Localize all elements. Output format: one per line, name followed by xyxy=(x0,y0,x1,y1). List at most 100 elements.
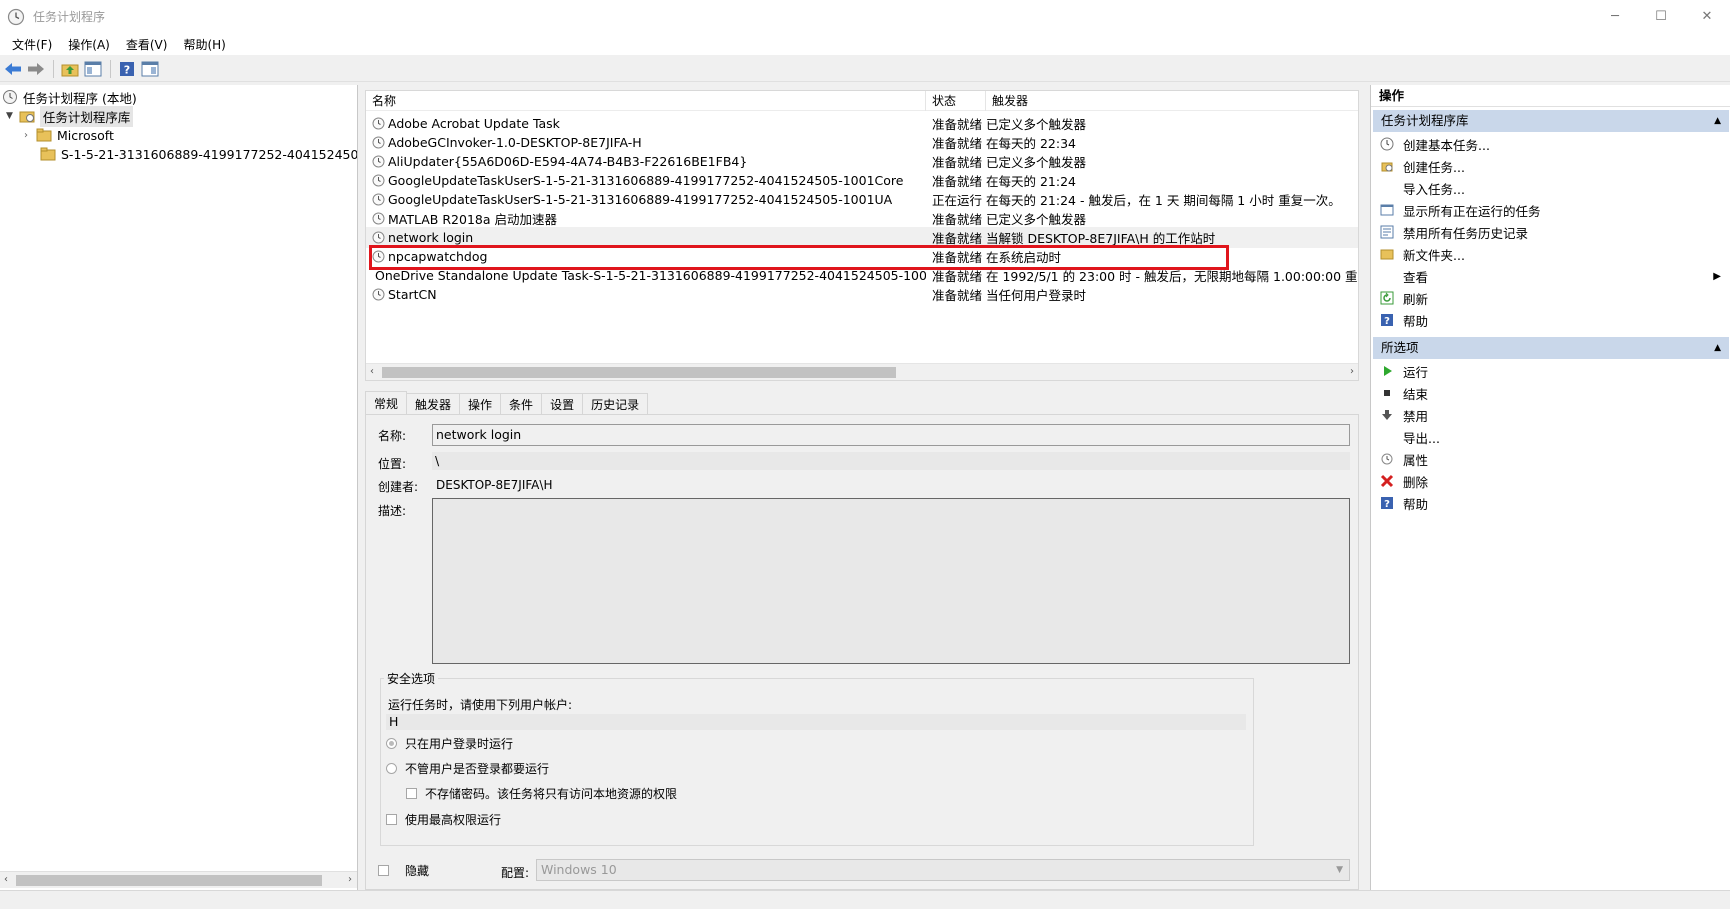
help-button[interactable]: ? xyxy=(116,58,138,80)
up-folder-button[interactable] xyxy=(59,58,81,80)
table-row[interactable]: OneDrive Standalone Update Task-S-1-5-21… xyxy=(366,265,1359,286)
tab-conditions[interactable]: 条件 xyxy=(500,393,543,415)
section-selected-item[interactable]: 所选项 ▲ xyxy=(1373,337,1729,359)
action-create-task[interactable]: 创建任务... xyxy=(1379,155,1725,177)
action-properties[interactable]: 属性 xyxy=(1379,448,1725,470)
tree-horizontal-scrollbar[interactable]: ‹ › xyxy=(0,871,357,888)
list-horizontal-scrollbar[interactable]: ‹ › xyxy=(366,363,1358,380)
action-view[interactable]: 查看 ▶ xyxy=(1379,265,1725,287)
collapse-icon[interactable]: ▲ xyxy=(1714,337,1721,359)
action-show-running[interactable]: 显示所有正在运行的任务 xyxy=(1379,199,1725,221)
table-row[interactable]: GoogleUpdateTaskUserS-1-5-21-3131606889-… xyxy=(366,189,1358,210)
location-field[interactable]: \ xyxy=(432,452,1350,470)
checkbox[interactable] xyxy=(406,788,417,799)
scroll-left-icon[interactable]: ‹ xyxy=(4,874,8,885)
task-status: 准备就绪 xyxy=(932,231,983,246)
action-disable-history[interactable]: 禁用所有任务历史记录 xyxy=(1379,221,1725,243)
checkbox[interactable] xyxy=(378,865,389,876)
option-run-logged-on[interactable]: 只在用户登录时运行 xyxy=(386,735,513,752)
tree-item-user-sid[interactable]: S-1-5-21-3131606889-4199177252-404152450… xyxy=(40,144,357,164)
table-row[interactable]: npcapwatchdog 准备就绪 在系统启动时 xyxy=(366,246,1358,267)
run-as-user-field[interactable]: H xyxy=(386,714,1246,730)
tree-item-library[interactable]: ▼ 任务计划程序库 xyxy=(6,105,134,127)
config-select[interactable]: Windows 10 ▼ xyxy=(536,859,1350,881)
scrollbar-thumb[interactable] xyxy=(382,367,896,378)
tab-history[interactable]: 历史记录 xyxy=(582,393,649,415)
tab-actions[interactable]: 操作 xyxy=(459,393,502,415)
option-label: 使用最高权限运行 xyxy=(405,813,502,827)
tab-triggers[interactable]: 触发器 xyxy=(406,393,461,415)
action-new-folder[interactable]: 新文件夹... xyxy=(1379,243,1725,265)
action-help[interactable]: ? 帮助 xyxy=(1379,309,1725,331)
chevron-down-icon: ▼ xyxy=(1336,865,1343,875)
menu-action[interactable]: 操作(A) xyxy=(60,36,118,53)
show-hide-console-button[interactable] xyxy=(82,58,104,80)
column-header-name[interactable]: 名称 xyxy=(366,91,926,111)
radio-button[interactable] xyxy=(386,738,397,749)
radio-button[interactable] xyxy=(386,763,397,774)
scrollbar-thumb[interactable] xyxy=(16,875,322,886)
scroll-right-icon[interactable]: › xyxy=(348,874,352,885)
task-name-cell: Adobe Acrobat Update Task xyxy=(366,116,926,131)
task-status: 正在运行 xyxy=(932,193,983,208)
option-highest-privileges[interactable]: 使用最高权限运行 xyxy=(386,811,501,828)
menu-view[interactable]: 查看(V) xyxy=(118,36,176,53)
description-field[interactable] xyxy=(432,498,1350,664)
tree-root[interactable]: 任务计划程序 (本地) xyxy=(2,87,137,107)
task-trigger: 当任何用户登录时 xyxy=(986,288,1087,303)
menu-file[interactable]: 文件(F) xyxy=(4,36,60,53)
table-row[interactable]: StartCN 准备就绪 当任何用户登录时 xyxy=(366,284,1358,305)
tab-settings[interactable]: 设置 xyxy=(541,393,584,415)
action-label: 帮助 xyxy=(1403,313,1429,329)
table-row[interactable]: MATLAB R2018a 启动加速器 准备就绪 已定义多个触发器 xyxy=(366,208,1358,229)
chevron-right-icon[interactable]: › xyxy=(24,130,28,141)
option-run-always[interactable]: 不管用户是否登录都要运行 xyxy=(386,760,549,777)
column-header-status[interactable]: 状态 xyxy=(926,91,986,111)
collapse-icon[interactable]: ▲ xyxy=(1714,110,1721,132)
table-row[interactable]: network login 准备就绪 当解锁 DESKTOP-8E7JIFA\H 的… xyxy=(366,227,1358,248)
action-disable[interactable]: 禁用 xyxy=(1379,404,1725,426)
table-row[interactable]: AliUpdater{55A6D06D-E594-4A74-B4B3-F2261… xyxy=(366,151,1358,172)
security-options-legend: 安全选项 xyxy=(384,670,439,687)
scroll-right-icon[interactable]: › xyxy=(1350,366,1354,377)
task-status: 准备就绪 xyxy=(932,174,983,189)
detail-tabs: 常规 触发器 操作 条件 设置 历史记录 xyxy=(365,391,649,415)
name-field[interactable]: network login xyxy=(432,424,1350,446)
close-button[interactable]: ✕ xyxy=(1684,0,1730,33)
folder-icon xyxy=(40,147,56,161)
name-label: 名称: xyxy=(378,429,407,443)
action-refresh[interactable]: 刷新 xyxy=(1379,287,1725,309)
task-name-cell: network login xyxy=(366,230,926,245)
maximize-button[interactable]: ☐ xyxy=(1638,0,1684,33)
action-end[interactable]: 结束 xyxy=(1379,382,1725,404)
back-button[interactable] xyxy=(2,58,24,80)
table-row[interactable]: AdobeGCInvoker-1.0-DESKTOP-8E7JIFA-H 准备就绪… xyxy=(366,132,1358,153)
table-row[interactable]: Adobe Acrobat Update Task 准备就绪 已定义多个触发器 xyxy=(366,113,1358,134)
action-create-basic-task[interactable]: 创建基本任务... xyxy=(1379,133,1725,155)
task-status: 准备就绪 xyxy=(932,269,983,284)
action-run[interactable]: 运行 xyxy=(1379,360,1725,382)
maximize-icon: ☐ xyxy=(1655,9,1667,24)
minimize-button[interactable]: ─ xyxy=(1592,0,1638,33)
tab-general[interactable]: 常规 xyxy=(365,391,408,415)
menu-help[interactable]: 帮助(H) xyxy=(175,36,233,53)
action-help-selected[interactable]: ? 帮助 xyxy=(1379,492,1725,514)
section-library[interactable]: 任务计划程序库 ▲ xyxy=(1373,110,1729,132)
section-selected-label: 所选项 xyxy=(1381,340,1419,355)
action-import-task[interactable]: 导入任务... xyxy=(1379,177,1725,199)
action-export[interactable]: 导出... xyxy=(1379,426,1725,448)
forward-button[interactable] xyxy=(25,58,47,80)
task-trigger: 在 1992/5/1 的 23:00 时 - 触发后，无限期地每隔 1.00:0… xyxy=(986,269,1359,284)
option-no-password[interactable]: 不存储密码。该任务将只有访问本地资源的权限 xyxy=(406,785,677,802)
checkbox[interactable] xyxy=(386,814,397,825)
running-tasks-icon xyxy=(1379,202,1395,218)
show-hide-action-pane-button[interactable] xyxy=(139,58,161,80)
column-header-trigger[interactable]: 触发器 xyxy=(986,91,1358,111)
tree-item-microsoft[interactable]: › Microsoft xyxy=(24,125,114,145)
chevron-down-icon[interactable]: ▼ xyxy=(6,111,13,121)
option-hidden[interactable]: 隐藏 xyxy=(378,862,429,879)
scroll-left-icon[interactable]: ‹ xyxy=(370,366,374,377)
action-delete[interactable]: 删除 xyxy=(1379,470,1725,492)
table-row[interactable]: GoogleUpdateTaskUserS-1-5-21-3131606889-… xyxy=(366,170,1358,191)
task-name: StartCN xyxy=(388,287,437,302)
